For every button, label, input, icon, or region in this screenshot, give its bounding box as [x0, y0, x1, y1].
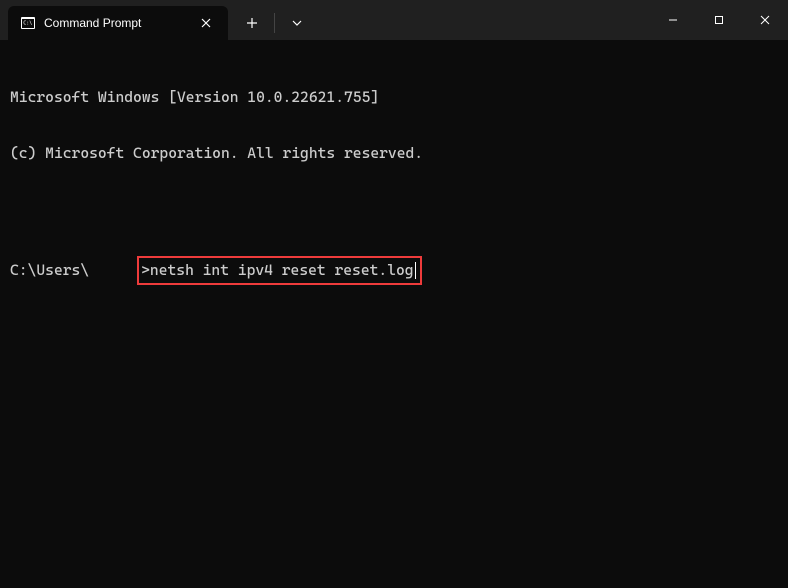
blank-line — [10, 200, 778, 219]
maximize-icon — [714, 15, 724, 25]
close-icon — [760, 15, 770, 25]
divider — [274, 13, 275, 33]
maximize-button[interactable] — [696, 0, 742, 40]
tab-actions — [228, 6, 313, 40]
prompt-path-prefix: C:\Users\ — [10, 261, 89, 279]
output-line: Microsoft Windows [Version 10.0.22621.75… — [10, 88, 778, 107]
minimize-icon — [668, 15, 678, 25]
text-cursor — [415, 262, 416, 279]
annotation-highlight: >netsh int ipv4 reset reset.log — [137, 256, 421, 285]
titlebar-drag-area[interactable] — [313, 0, 650, 40]
prompt-gt: > — [141, 261, 150, 279]
tab-title: Command Prompt — [44, 16, 196, 30]
tab-command-prompt[interactable]: C:\ Command Prompt — [8, 6, 228, 40]
new-tab-button[interactable] — [236, 7, 268, 39]
plus-icon — [246, 17, 258, 29]
terminal-area[interactable]: Microsoft Windows [Version 10.0.22621.75… — [0, 40, 788, 314]
tab-dropdown-button[interactable] — [281, 7, 313, 39]
minimize-button[interactable] — [650, 0, 696, 40]
terminal-icon: C:\ — [20, 15, 36, 31]
output-line: (c) Microsoft Corporation. All rights re… — [10, 144, 778, 163]
window-controls — [650, 0, 788, 40]
redacted-username — [89, 264, 137, 278]
titlebar: C:\ Command Prompt — [0, 0, 788, 40]
command-input[interactable]: netsh int ipv4 reset reset.log — [150, 261, 414, 279]
tab-close-button[interactable] — [196, 13, 216, 33]
close-icon — [201, 18, 211, 28]
prompt-line: C:\Users\ >netsh int ipv4 reset reset.log — [10, 256, 778, 285]
close-window-button[interactable] — [742, 0, 788, 40]
svg-text:C:\: C:\ — [23, 21, 32, 27]
chevron-down-icon — [292, 20, 302, 26]
